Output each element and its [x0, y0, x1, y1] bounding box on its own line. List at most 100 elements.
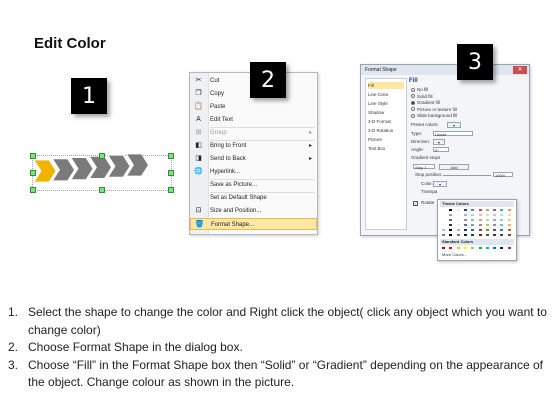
color-swatch[interactable] [506, 223, 512, 227]
color-swatch[interactable] [506, 233, 512, 237]
color-swatch[interactable] [462, 228, 468, 232]
nav-item-3-d-format[interactable]: 3-D Format [368, 118, 404, 125]
radio-picture-or-texture-fill[interactable]: Picture or texture fill [411, 107, 457, 113]
color-swatch[interactable] [506, 213, 512, 217]
color-swatch[interactable] [470, 233, 476, 237]
nav-item-fill[interactable]: Fill [368, 82, 404, 89]
standard-color-swatch[interactable] [492, 246, 498, 250]
color-swatch[interactable] [441, 208, 446, 212]
standard-color-swatch[interactable] [462, 246, 468, 250]
color-swatch[interactable] [477, 213, 483, 217]
color-swatch[interactable] [441, 233, 446, 237]
color-dropdown[interactable]: ▾ [433, 181, 447, 187]
radio-no-fill[interactable]: No fill [411, 87, 428, 93]
color-swatch[interactable] [492, 208, 498, 212]
resize-handle[interactable] [99, 187, 105, 193]
type-select[interactable]: Linear [433, 131, 473, 137]
color-swatch[interactable] [462, 223, 468, 227]
chevron-arrow[interactable] [51, 158, 75, 182]
menu-item-group[interactable]: ⊞ Group ▸ [190, 127, 317, 139]
resize-handle[interactable] [99, 153, 105, 159]
color-swatch[interactable] [448, 223, 454, 227]
color-swatch[interactable] [484, 213, 490, 217]
color-swatch[interactable] [477, 208, 483, 212]
color-swatch[interactable] [470, 223, 476, 227]
nav-item-shadow[interactable]: Shadow [368, 109, 404, 116]
stop-position-input[interactable]: 100% [493, 172, 513, 178]
resize-handle[interactable] [168, 187, 174, 193]
menu-item-set-as-default-shape[interactable]: Set as Default Shape [190, 192, 317, 204]
radio-solid-fill[interactable]: Solid fill [411, 94, 433, 100]
color-swatch[interactable] [470, 228, 476, 232]
chevron-arrow-accent[interactable] [33, 159, 57, 183]
standard-color-swatch[interactable] [477, 246, 483, 250]
chevron-arrow[interactable] [70, 157, 94, 181]
color-swatch[interactable] [441, 218, 446, 222]
color-swatch[interactable] [448, 228, 454, 232]
color-swatch[interactable] [484, 228, 490, 232]
more-colors-link[interactable]: More Colors... [442, 252, 467, 257]
menu-item-format-shape[interactable]: 🪣 Format Shape... [190, 218, 317, 230]
color-swatch[interactable] [499, 218, 505, 222]
color-swatch[interactable] [499, 213, 505, 217]
color-swatch[interactable] [477, 218, 483, 222]
nav-item-3-d-rotation[interactable]: 3-D Rotation [368, 127, 404, 134]
color-swatch[interactable] [462, 233, 468, 237]
color-swatch[interactable] [499, 223, 505, 227]
menu-item-edit-text[interactable]: A Edit Text [190, 114, 317, 126]
standard-color-swatch[interactable] [470, 246, 476, 250]
menu-item-paste[interactable]: 📋 Paste [190, 101, 317, 113]
color-swatch[interactable] [484, 223, 490, 227]
color-swatch[interactable] [441, 228, 446, 232]
color-swatch[interactable] [492, 218, 498, 222]
standard-color-swatch[interactable] [441, 246, 446, 250]
menu-item-bring-to-front[interactable]: ◧ Bring to Front ▸ [190, 140, 317, 152]
color-swatch[interactable] [462, 213, 468, 217]
direction-dropdown[interactable]: ▾ [433, 139, 445, 145]
chevron-arrow[interactable] [107, 154, 131, 178]
color-swatch[interactable] [506, 228, 512, 232]
color-swatch[interactable] [455, 223, 461, 227]
standard-color-swatch[interactable] [506, 246, 512, 250]
nav-item-line-color[interactable]: Line Color [368, 91, 404, 98]
standard-color-swatch[interactable] [455, 246, 461, 250]
menu-item-hyperlink[interactable]: 🌐 Hyperlink... [190, 166, 317, 178]
color-swatch[interactable] [484, 233, 490, 237]
color-swatch[interactable] [484, 208, 490, 212]
standard-color-swatch[interactable] [499, 246, 505, 250]
stop-position-slider[interactable] [443, 175, 491, 176]
color-swatch[interactable] [462, 208, 468, 212]
color-swatch[interactable] [470, 218, 476, 222]
color-swatch[interactable] [492, 213, 498, 217]
color-swatch[interactable] [448, 208, 454, 212]
resize-handle[interactable] [30, 153, 36, 159]
radio-slide-background-fill[interactable]: Slide background fill [411, 113, 457, 119]
color-swatch[interactable] [470, 213, 476, 217]
color-swatch[interactable] [448, 233, 454, 237]
menu-item-save-as-picture[interactable]: Save as Picture... [190, 179, 317, 191]
color-swatch[interactable] [441, 213, 446, 217]
chevron-arrow[interactable] [88, 155, 112, 179]
color-swatch[interactable] [492, 233, 498, 237]
color-swatch[interactable] [477, 233, 483, 237]
color-swatch[interactable] [448, 213, 454, 217]
standard-color-swatch[interactable] [484, 246, 490, 250]
arrow-shape-group[interactable] [28, 148, 176, 194]
preset-colors-dropdown[interactable]: ▾ [447, 122, 461, 128]
standard-color-swatch[interactable] [448, 246, 454, 250]
menu-item-send-to-back[interactable]: ◨ Send to Back ▸ [190, 153, 317, 165]
radio-gradient-fill[interactable]: Gradient fill [411, 100, 440, 106]
resize-handle[interactable] [168, 170, 174, 176]
color-swatch[interactable] [455, 208, 461, 212]
color-swatch[interactable] [470, 208, 476, 212]
rotate-checkbox[interactable]: ✓ [413, 201, 418, 206]
nav-item-text-box[interactable]: Text Box [368, 145, 404, 152]
color-swatch[interactable] [477, 223, 483, 227]
nav-item-line-style[interactable]: Line Style [368, 100, 404, 107]
color-swatch[interactable] [492, 223, 498, 227]
color-swatch[interactable] [492, 228, 498, 232]
color-swatch[interactable] [455, 213, 461, 217]
nav-item-picture[interactable]: Picture [368, 136, 404, 143]
stop-select[interactable]: Stop 1 [413, 164, 435, 170]
color-swatch[interactable] [448, 218, 454, 222]
